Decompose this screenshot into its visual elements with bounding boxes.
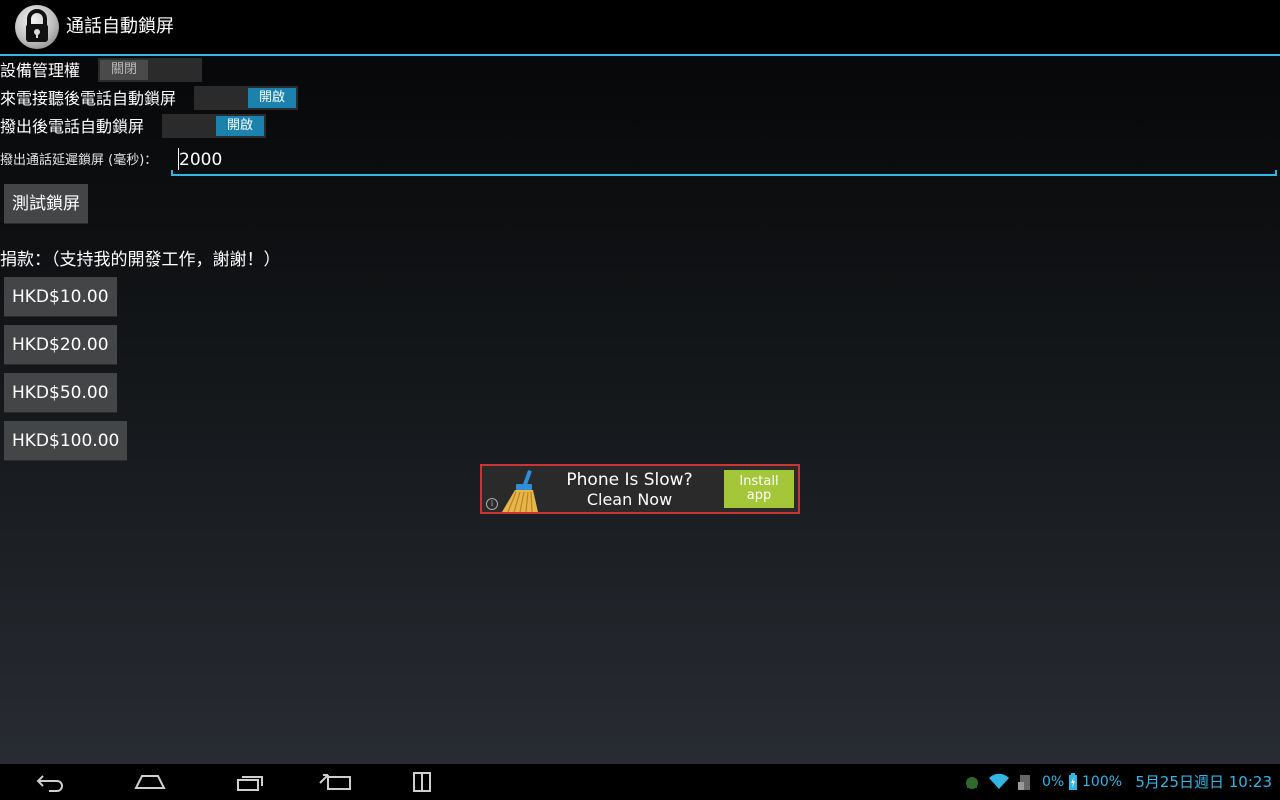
- incoming-lock-toggle[interactable]: 開啟: [194, 86, 298, 110]
- device-admin-toggle[interactable]: 關閉: [98, 58, 202, 82]
- incoming-lock-label: 來電接聽後電話自動鎖屏: [0, 89, 177, 108]
- donate-button-20[interactable]: HKD$20.00: [4, 325, 117, 365]
- back-icon[interactable]: [20, 764, 80, 800]
- recent-apps-icon[interactable]: [220, 764, 280, 800]
- donate-label: 捐款：（支持我的開發工作，謝謝！）: [0, 250, 281, 270]
- input-edge-right: [1275, 170, 1277, 176]
- toggle-off-knob: 關閉: [100, 60, 148, 80]
- donate-button-50[interactable]: HKD$50.00: [4, 373, 117, 413]
- outgoing-lock-label: 撥出後電話自動鎖屏: [0, 117, 145, 136]
- battery-percent: 100%: [1082, 774, 1123, 790]
- home-icon[interactable]: [120, 764, 180, 800]
- toggle-on-knob: 開啟: [216, 116, 264, 136]
- battery-icon: [1068, 764, 1078, 800]
- padlock-icon[interactable]: [15, 5, 59, 49]
- donate-button-10[interactable]: HKD$10.00: [4, 277, 117, 317]
- ad-banner[interactable]: i Phone Is Slow? Clean Now Install app: [480, 464, 800, 514]
- install-label-2: app: [746, 488, 772, 503]
- input-edge-left: [171, 170, 173, 176]
- wifi-icon: [988, 764, 1010, 800]
- delay-value: 2000: [179, 150, 223, 170]
- sim-icon: [1016, 764, 1034, 800]
- rotate-icon[interactable]: [306, 764, 366, 800]
- ad-info-icon[interactable]: i: [486, 498, 498, 510]
- delay-label: 撥出通話延遲鎖屏 (毫秒)：: [0, 153, 158, 168]
- clock[interactable]: 5月25日週日 10:23: [1135, 772, 1272, 792]
- ad-subline: Clean Now: [586, 490, 673, 509]
- outgoing-lock-toggle[interactable]: 開啟: [162, 114, 266, 138]
- test-lock-button[interactable]: 測試鎖屏: [4, 184, 88, 224]
- signal-percent: 0%: [1042, 774, 1065, 790]
- split-screen-icon[interactable]: [392, 764, 452, 800]
- ad-install-button[interactable]: Install app: [724, 470, 794, 508]
- android-debug-icon: [962, 764, 982, 800]
- status-date: 5月25日週日: [1135, 773, 1224, 791]
- toggle-on-knob: 開啟: [248, 88, 296, 108]
- install-label: Install: [739, 474, 779, 489]
- ad-headline: Phone Is Slow?: [566, 470, 693, 490]
- delay-input[interactable]: 2000: [171, 146, 1277, 176]
- action-bar: 通話自動鎖屏: [0, 0, 1280, 56]
- system-nav-bar: 0% 100% 5月25日週日 10:23: [0, 764, 1280, 800]
- device-admin-label: 設備管理權: [0, 61, 81, 80]
- status-time: 10:23: [1228, 773, 1272, 791]
- broom-icon: [502, 470, 538, 512]
- donate-button-100[interactable]: HKD$100.00: [4, 421, 128, 461]
- app-title: 通話自動鎖屏: [66, 16, 174, 37]
